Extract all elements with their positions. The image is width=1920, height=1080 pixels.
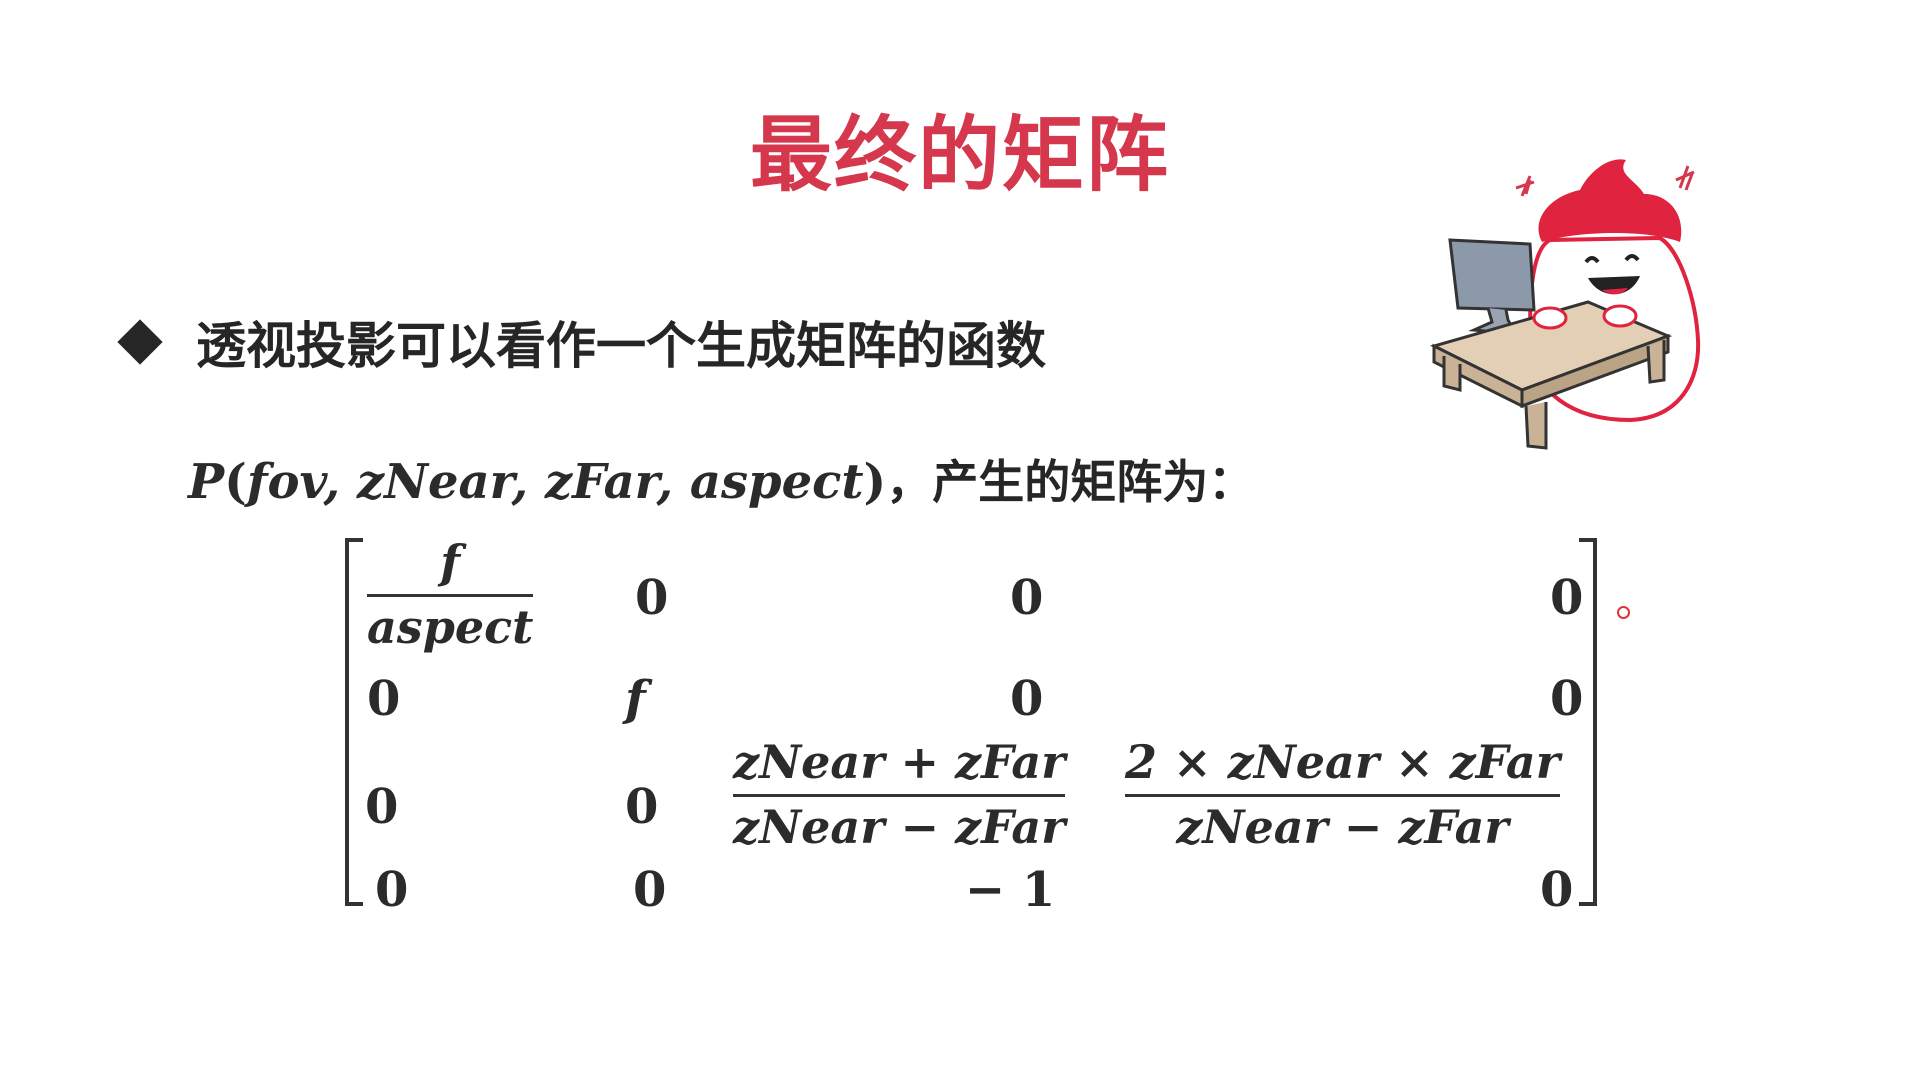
matrix-cell-r1c4: 0 xyxy=(1550,570,1584,626)
fraction-numerator: zNear + zFar xyxy=(733,735,1066,789)
matrix-cell-r2c1: 0 xyxy=(367,671,401,727)
matrix-cell-r3c1: 0 xyxy=(365,779,399,835)
matrix-cell-r1c1: f aspect xyxy=(367,535,534,655)
matrix-cell-r4c1: 0 xyxy=(375,862,409,918)
matrix-cell-r4c3: − 1 xyxy=(965,862,1056,918)
matrix-cell-r2c3: 0 xyxy=(1010,671,1044,727)
fraction-numerator: 2 × zNear × zFar xyxy=(1125,735,1560,789)
fraction-denominator: zNear − zFar xyxy=(1176,800,1509,855)
bullet-point: 透视投影可以看作一个生成矩阵的函数 xyxy=(117,306,1046,378)
matrix-cell-r2c2: f xyxy=(625,671,646,727)
monitor xyxy=(1448,238,1536,312)
diamond-bullet-icon xyxy=(117,319,163,365)
matrix-cell-r4c4: 0 xyxy=(1540,862,1574,918)
fraction-bar xyxy=(733,794,1066,798)
function-suffix: ，产生的矩阵为： xyxy=(886,455,1255,509)
fraction-denominator: zNear − zFar xyxy=(733,800,1066,855)
matrix-cell-r3c4: 2 × zNear × zFar zNear − zFar xyxy=(1125,738,1560,852)
open-paren: ( xyxy=(224,454,247,510)
matrix-cell-r1c3: 0 xyxy=(1010,570,1044,626)
fraction-denominator: aspect xyxy=(367,600,534,655)
function-args: fov, zNear, zFar, aspect xyxy=(246,454,864,510)
fraction-bar xyxy=(1125,794,1560,798)
laser-pointer-icon xyxy=(1617,606,1630,619)
mascot-at-computer-illustration xyxy=(1430,159,1701,450)
function-name: P xyxy=(188,454,225,510)
matrix-left-bracket xyxy=(345,538,363,906)
matrix-cell-r4c2: 0 xyxy=(633,862,667,918)
matrix-cell-r2c4: 0 xyxy=(1550,671,1584,727)
fraction-numerator: f xyxy=(440,535,461,589)
close-paren: ) xyxy=(863,454,887,510)
matrix-cell-r3c3: zNear + zFar zNear − zFar xyxy=(733,735,1066,855)
projection-matrix: f aspect 0 0 0 0 f 0 0 0 0 zNear + zFar … xyxy=(345,535,1597,914)
matrix-cell-r3c2: 0 xyxy=(625,779,659,835)
function-signature: P(fov, zNear, zFar, aspect) ，产生的矩阵为： xyxy=(188,446,1254,512)
fraction-bar xyxy=(367,594,534,598)
mascot-hair xyxy=(1538,159,1682,242)
matrix-cell-r1c2: 0 xyxy=(635,570,669,626)
bullet-text: 透视投影可以看作一个生成矩阵的函数 xyxy=(196,317,1046,375)
